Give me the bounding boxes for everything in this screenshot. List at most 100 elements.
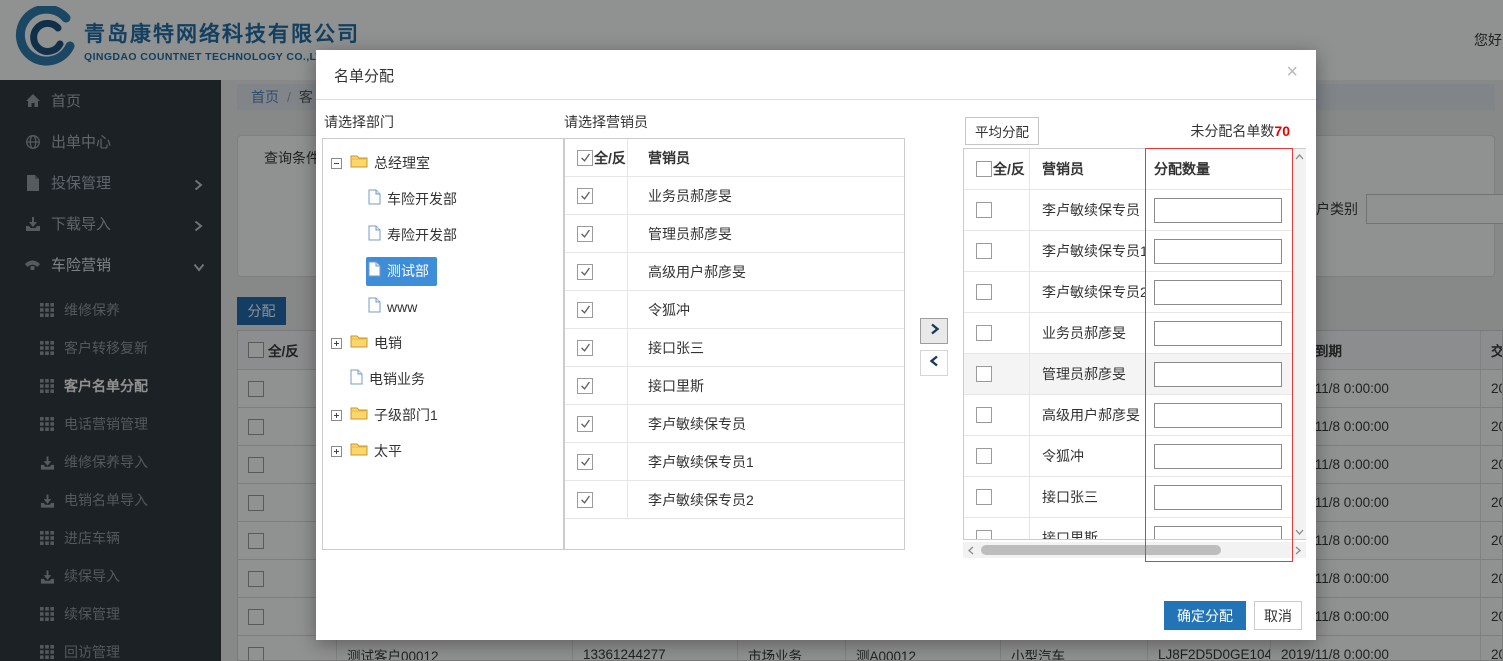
target-row[interactable]: 令狐冲 [964, 436, 1305, 477]
tree-node-label: 测试部 [387, 263, 429, 279]
scroll-right-icon[interactable] [1290, 542, 1306, 558]
target-row-checkbox[interactable] [976, 489, 992, 505]
source-row-checkbox[interactable] [577, 301, 593, 318]
tree-node-body[interactable]: 太平 [348, 437, 410, 465]
scroll-up-icon[interactable] [1293, 149, 1306, 164]
source-row-checkbox[interactable] [577, 339, 593, 356]
move-right-button[interactable] [920, 318, 948, 344]
target-row[interactable]: 接口里斯 [964, 518, 1305, 539]
salesperson-name: 接口张三 [648, 339, 704, 356]
tree-node[interactable]: www [323, 289, 563, 325]
horizontal-scrollbar[interactable] [963, 542, 1306, 558]
tree-node-body[interactable]: www [366, 293, 425, 322]
tree-node-body[interactable]: 子级部门1 [348, 401, 446, 429]
target-select-all-checkbox[interactable] [976, 161, 992, 177]
target-row[interactable]: 接口张三 [964, 477, 1305, 518]
target-row-checkbox[interactable] [976, 325, 992, 341]
allocation-qty-input[interactable] [1154, 361, 1282, 387]
salesperson-name: 李卢敏续保专员1 [648, 453, 754, 470]
tree-node[interactable]: 寿险开发部 [323, 217, 563, 253]
scrollbar-thumb[interactable] [981, 545, 1221, 555]
target-row-checkbox[interactable] [976, 202, 992, 218]
source-row[interactable]: 接口张三 [565, 329, 904, 367]
source-row-checkbox[interactable] [577, 453, 593, 470]
tree-node[interactable]: 子级部门1 [323, 397, 563, 433]
tree-node[interactable]: 总经理室 [323, 145, 563, 181]
target-row-checkbox[interactable] [976, 243, 992, 259]
tree-node[interactable]: 电销 [323, 325, 563, 361]
tree-node[interactable]: 太平 [323, 433, 563, 469]
target-row-checkbox[interactable] [976, 284, 992, 300]
scroll-down-icon[interactable] [1293, 524, 1306, 539]
target-row[interactable]: 高级用户郝彦旻 [964, 395, 1305, 436]
source-row-checkbox[interactable] [577, 491, 593, 508]
allocation-qty-input[interactable] [1154, 484, 1282, 510]
source-select-all-checkbox[interactable] [577, 149, 593, 166]
tree-node-body[interactable]: 测试部 [366, 256, 437, 286]
tree-node[interactable]: 测试部 [323, 253, 563, 289]
target-row-checkbox[interactable] [976, 407, 992, 423]
allocation-qty-input[interactable] [1154, 279, 1282, 305]
source-row[interactable]: 接口里斯 [565, 367, 904, 405]
tree-node-label: 总经理室 [374, 155, 430, 171]
scroll-left-icon[interactable] [963, 542, 979, 558]
move-left-button[interactable] [920, 350, 948, 376]
source-row[interactable]: 令狐冲 [565, 291, 904, 329]
salesperson-name: 高级用户郝彦旻 [648, 263, 746, 280]
file-icon [368, 189, 381, 210]
target-row[interactable]: 李卢敏续保专员2 [964, 272, 1305, 313]
source-row[interactable]: 业务员郝彦旻 [565, 177, 904, 215]
tree-node-label: 车险开发部 [387, 191, 457, 207]
vertical-scrollbar[interactable] [1293, 149, 1306, 539]
source-row-checkbox[interactable] [577, 187, 593, 204]
target-row-checkbox[interactable] [976, 530, 992, 539]
source-row[interactable]: 李卢敏续保专员 [565, 405, 904, 443]
tree-expander-minus-icon[interactable] [331, 157, 342, 169]
source-row-checkbox[interactable] [577, 377, 593, 394]
target-row-checkbox[interactable] [976, 448, 992, 464]
tree-node-body[interactable]: 寿险开发部 [366, 221, 465, 250]
allocation-qty-input[interactable] [1154, 320, 1282, 346]
source-row-checkbox[interactable] [577, 263, 593, 280]
allocation-qty-input[interactable] [1154, 197, 1282, 223]
tree-node-body[interactable]: 车险开发部 [366, 185, 465, 214]
salesperson-name: 管理员郝彦旻 [1030, 354, 1146, 394]
source-row-checkbox[interactable] [577, 225, 593, 242]
tree-expander-plus-icon[interactable] [331, 445, 342, 457]
tree-node-body[interactable]: 总经理室 [348, 149, 438, 177]
cancel-button[interactable]: 取消 [1254, 601, 1302, 630]
file-icon [368, 261, 381, 282]
close-icon[interactable]: × [1286, 62, 1298, 82]
allocation-qty-input[interactable] [1154, 238, 1282, 264]
tree-node[interactable]: 电销业务 [323, 361, 563, 397]
source-row-checkbox[interactable] [577, 415, 593, 432]
tree-expander-plus-icon[interactable] [331, 409, 342, 421]
tree-node-body[interactable]: 电销 [348, 329, 410, 357]
target-row-checkbox[interactable] [976, 366, 992, 382]
target-row[interactable]: 管理员郝彦旻 [964, 354, 1305, 395]
tree-expander-plus-icon[interactable] [331, 337, 342, 349]
source-sales-header: 营销员 [648, 149, 690, 166]
source-select-all-label: 全/反 [594, 149, 626, 166]
modal-title: 名单分配 [334, 68, 395, 85]
allocation-qty-input[interactable] [1154, 402, 1282, 428]
target-row[interactable]: 李卢敏续保专员1 [964, 231, 1305, 272]
tree-node-label: www [387, 299, 418, 315]
tree-node-body[interactable]: 电销业务 [348, 365, 433, 394]
target-row[interactable]: 业务员郝彦旻 [964, 313, 1305, 354]
source-row[interactable]: 管理员郝彦旻 [565, 215, 904, 253]
tree-node[interactable]: 车险开发部 [323, 181, 563, 217]
modal-header: 名单分配 × [316, 50, 1316, 100]
allocation-qty-input[interactable] [1154, 525, 1282, 539]
target-row[interactable]: 李卢敏续保专员 [964, 190, 1305, 231]
tree-node-label: 子级部门1 [374, 407, 438, 423]
source-row[interactable]: 高级用户郝彦旻 [565, 253, 904, 291]
source-row[interactable]: 李卢敏续保专员1 [565, 443, 904, 481]
average-allocate-button[interactable]: 平均分配 [965, 117, 1039, 145]
allocation-qty-input[interactable] [1154, 443, 1282, 469]
confirm-allocate-button[interactable]: 确定分配 [1164, 601, 1246, 630]
target-select-all-label: 全/反 [993, 161, 1025, 177]
source-row[interactable]: 李卢敏续保专员2 [565, 481, 904, 519]
salesperson-name: 接口里斯 [1030, 518, 1146, 539]
chevron-left-icon [929, 354, 940, 372]
